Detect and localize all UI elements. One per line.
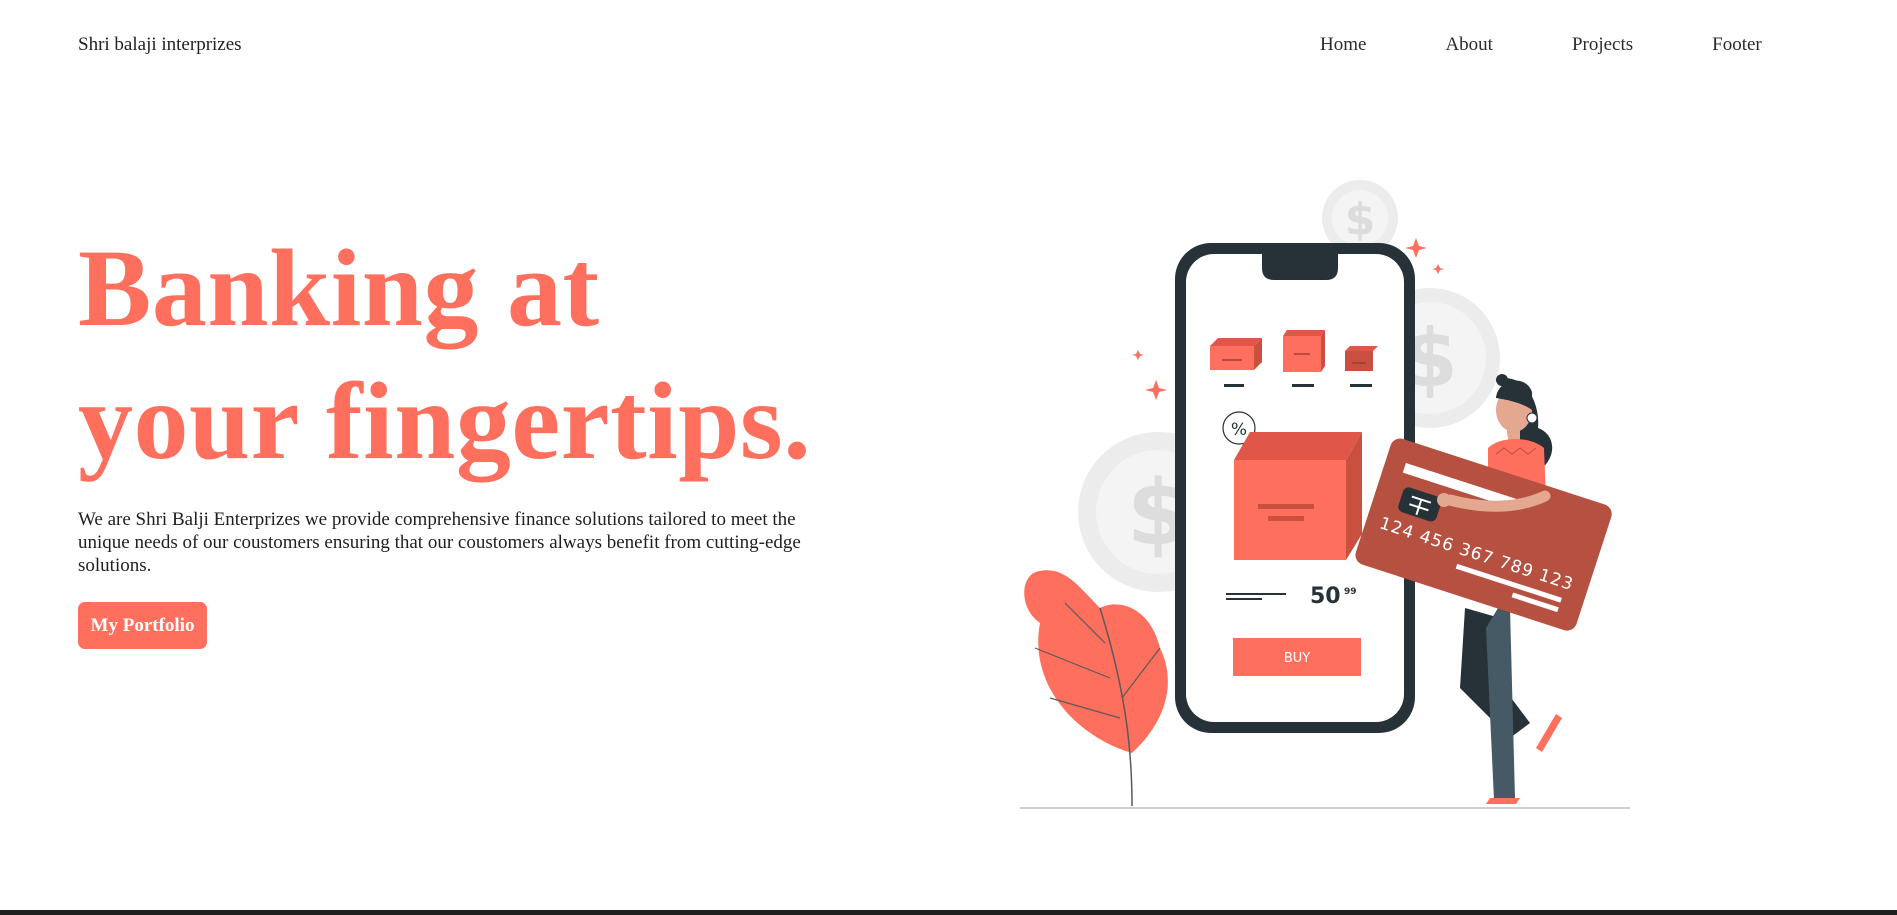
svg-text:BUY: BUY [1284,651,1310,666]
navbar: Shri balaji interprizes Home About Proje… [0,0,1897,92]
nav-link-home[interactable]: Home [1320,34,1366,56]
hero-title: Banking at your fingertips. [78,222,838,488]
hero-description: We are Shri Balji Enterprizes we provide… [78,509,801,576]
product-box-large-icon [1234,432,1362,560]
nav-link-footer[interactable]: Footer [1712,34,1762,56]
hero-title-line-2: your fingertips. [78,360,812,482]
buy-button: BUY [1233,638,1361,676]
banking-illustration: $ $ $ % 50 99 BUY 124 456 367 789 123 [1020,180,1630,809]
svg-text:$: $ [1345,194,1376,245]
hero-title-line-1: Banking at [78,227,600,349]
leaf-plant-icon [1024,570,1168,807]
footer-bar [0,910,1897,915]
price-main: 50 [1310,584,1341,609]
price-cents: 99 [1344,587,1357,597]
brand-logo-text[interactable]: Shri balaji interprizes [78,34,242,56]
my-portfolio-button[interactable]: My Portfolio [78,602,207,649]
svg-text:%: % [1231,420,1247,440]
nav-menu: Home About Projects Footer [1320,34,1762,56]
nav-link-about[interactable]: About [1445,34,1493,56]
nav-link-projects[interactable]: Projects [1572,34,1633,56]
